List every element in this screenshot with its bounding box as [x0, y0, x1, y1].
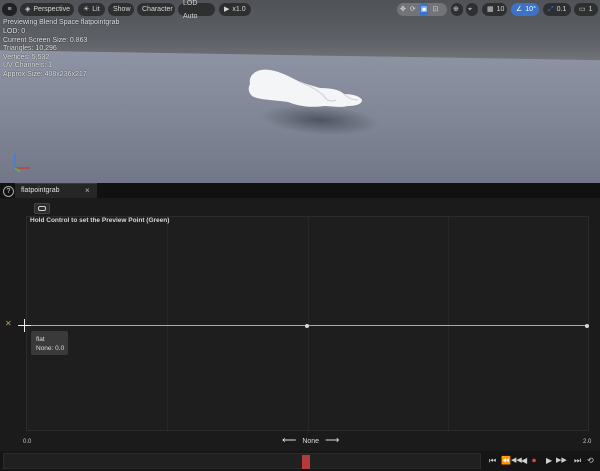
next-frame-icon[interactable]: ▶▶	[556, 456, 567, 464]
lod-label: LOD Auto	[183, 0, 198, 20]
camera-speed-button[interactable]: ▭ 1	[574, 3, 598, 16]
scale-snap-icon: ⤢	[548, 6, 554, 13]
character-label: Character	[142, 6, 173, 13]
info-line: Approx Size: 408x236x217	[3, 71, 87, 78]
camera-speed-label: 1	[588, 6, 593, 13]
tooltip-sample-value: None: 0.0	[36, 345, 65, 352]
grid-snap-button[interactable]: ▦ 10	[482, 3, 507, 16]
playhead[interactable]	[302, 455, 310, 469]
rotation-snap-label: 10°	[525, 6, 536, 13]
record-icon[interactable]: ⏺	[532, 456, 536, 466]
world-space-button[interactable]: ⊕	[451, 3, 463, 16]
play-speed-button[interactable]: ▶ x1.0	[219, 3, 251, 16]
lod-button[interactable]: LOD Auto	[178, 0, 215, 20]
sun-icon: ☀	[83, 6, 90, 13]
axis-name-row: ⟵ None ⟶	[282, 435, 340, 446]
tab-label: flatpointgrab	[21, 187, 60, 194]
blend-space-editor[interactable]: Hold Control to set the Preview Point (G…	[0, 198, 600, 451]
tab-flatpointgrab[interactable]: flatpointgrab ×	[15, 183, 97, 198]
move-icon[interactable]: ⟳	[410, 3, 416, 16]
info-line: LOD: 0	[3, 28, 26, 35]
hamburger-icon: ≡	[7, 6, 12, 13]
hand-mesh	[248, 69, 362, 107]
show-label: Show	[113, 6, 131, 13]
prev-frame-icon[interactable]: ◀	[521, 456, 527, 465]
transform-tools-group: ✥ ⟳ ▣ ⊡	[397, 3, 447, 16]
preview-point-crosshair[interactable]	[18, 319, 31, 332]
character-button[interactable]: Character	[137, 3, 175, 16]
preview-hint: Hold Control to set the Preview Point (G…	[30, 217, 170, 224]
play-icon[interactable]: ▶	[546, 456, 552, 465]
globe-icon: ⊕	[453, 6, 459, 13]
tooltip-sample-name: flat	[36, 336, 45, 343]
axis-min-label: 0.0	[23, 439, 32, 445]
panel-tab-bar: ? flatpointgrab ×	[0, 183, 600, 198]
axis-name-label: None	[302, 437, 320, 445]
lit-label: Lit	[92, 6, 100, 13]
grid-icon: ▦	[487, 6, 494, 13]
axis-gizmo-icon	[14, 154, 30, 173]
scale-snap-button[interactable]: ⤢ 0.1	[543, 3, 571, 16]
sample-point[interactable]	[305, 324, 309, 328]
snap-icon: ⌖	[468, 6, 472, 13]
grid-line	[448, 217, 449, 430]
close-icon[interactable]: ×	[85, 186, 90, 195]
toggle-view-button[interactable]	[34, 203, 50, 214]
arrow-right-icon: ⟶	[325, 435, 340, 446]
viewport-menu-button[interactable]: ≡	[2, 3, 17, 16]
surface-snap-button[interactable]: ⌖	[466, 3, 478, 16]
show-button[interactable]: Show	[108, 3, 134, 16]
help-icon[interactable]: ?	[3, 186, 14, 197]
play-icon: ▶	[224, 6, 230, 13]
scale-snap-label: 0.1	[556, 6, 567, 13]
perspective-button[interactable]: ◈ Perspective	[20, 3, 74, 16]
camera-icon: ◈	[25, 6, 31, 13]
select-icon[interactable]: ✥	[400, 3, 406, 16]
play-speed-label: x1.0	[232, 6, 246, 13]
preview-viewport[interactable]: ≡ ◈ Perspective ☀ Lit Show Character LOD…	[0, 0, 600, 183]
info-line: Current Screen Size: 0.863	[3, 37, 88, 44]
info-line: Triangles: 10,296	[3, 45, 57, 52]
scrub-bar[interactable]	[3, 453, 481, 469]
angle-icon: ∠	[516, 6, 523, 13]
lit-button[interactable]: ☀ Lit	[78, 3, 105, 16]
skip-start-icon[interactable]: ⏮	[489, 456, 496, 466]
grid-size-label: 10	[496, 6, 505, 13]
grid-line	[167, 217, 168, 430]
arrow-left-icon: ⟵	[282, 435, 297, 446]
axis-max-label: 2.0	[583, 439, 592, 445]
rotate-icon[interactable]: ▣	[419, 3, 429, 16]
camera-speed-icon: ▭	[579, 6, 586, 13]
sample-tooltip: flat None: 0.0	[31, 331, 68, 355]
info-line: Previewing Blend Space flatpointgrab	[3, 19, 120, 26]
rotation-snap-button[interactable]: ∠ 10°	[511, 3, 539, 16]
timeline-bar: ⏮ ⏪ ◀◀ ◀ ⏺ ▶ ▶▶ ⏭ ⟲	[0, 451, 600, 471]
info-line: UV Channels: 1	[3, 62, 53, 69]
info-line: Vertices: 5,532	[3, 54, 50, 61]
skip-end-icon[interactable]: ⏭	[574, 456, 581, 466]
loop-icon[interactable]: ⟲	[587, 456, 594, 465]
scale-icon[interactable]: ⊡	[432, 3, 438, 16]
perspective-label: Perspective	[33, 6, 70, 13]
step-back-icon[interactable]: ⏪	[501, 456, 511, 465]
sample-point[interactable]	[585, 324, 589, 328]
axis-cross-icon: ✕	[5, 319, 12, 328]
